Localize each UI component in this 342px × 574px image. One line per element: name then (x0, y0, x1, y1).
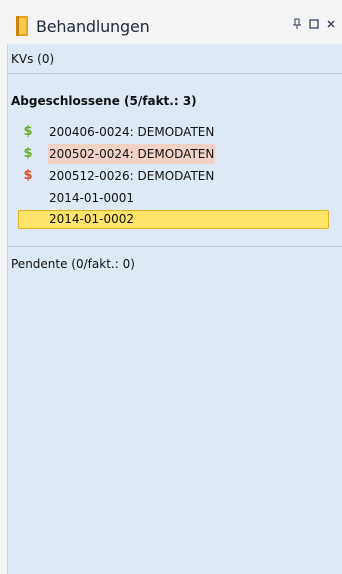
close-button[interactable] (324, 18, 338, 32)
list-item-label: 200502-0024: DEMODATEN (48, 144, 216, 164)
divider (8, 246, 342, 247)
list-item[interactable]: $ 200512-0026: DEMODATEN (18, 166, 329, 186)
list-item[interactable]: $ 200502-0024: DEMODATEN (18, 144, 329, 164)
list-item[interactable]: $ 200406-0024: DEMODATEN (18, 122, 329, 142)
close-icon (327, 20, 335, 28)
folder-icon (16, 16, 28, 36)
list-item-label: 2014-01-0002 (49, 212, 135, 226)
pin-icon[interactable] (290, 18, 304, 32)
pending-group-label[interactable]: Pendente (0/fakt.: 0) (11, 257, 135, 271)
maximize-icon (309, 19, 319, 29)
list-item-label: 200406-0024: DEMODATEN (49, 125, 215, 139)
list-item-label: 200512-0026: DEMODATEN (49, 169, 215, 183)
completed-group-header[interactable]: Abgeschlossene (5/fakt.: 3) (11, 94, 197, 108)
dollar-icon: $ (23, 124, 33, 139)
list-item-selected[interactable]: 2014-01-0002 (18, 210, 329, 229)
list-item-label: 2014-01-0001 (49, 191, 135, 205)
panel-titlebar[interactable]: Behandlungen (0, 0, 342, 44)
dollar-icon: $ (23, 168, 33, 183)
kvs-group-label[interactable]: KVs (0) (11, 52, 54, 66)
panel-body: KVs (0) Abgeschlossene (5/fakt.: 3) $ 20… (7, 44, 342, 574)
divider (8, 73, 342, 74)
list-item[interactable]: 2014-01-0001 (18, 188, 329, 208)
maximize-button[interactable] (307, 18, 321, 32)
panel-title: Behandlungen (36, 17, 150, 36)
dollar-icon: $ (23, 146, 33, 161)
behandlungen-panel: Behandlungen KVs (0) Abgeschlossene (5/f… (0, 0, 342, 574)
